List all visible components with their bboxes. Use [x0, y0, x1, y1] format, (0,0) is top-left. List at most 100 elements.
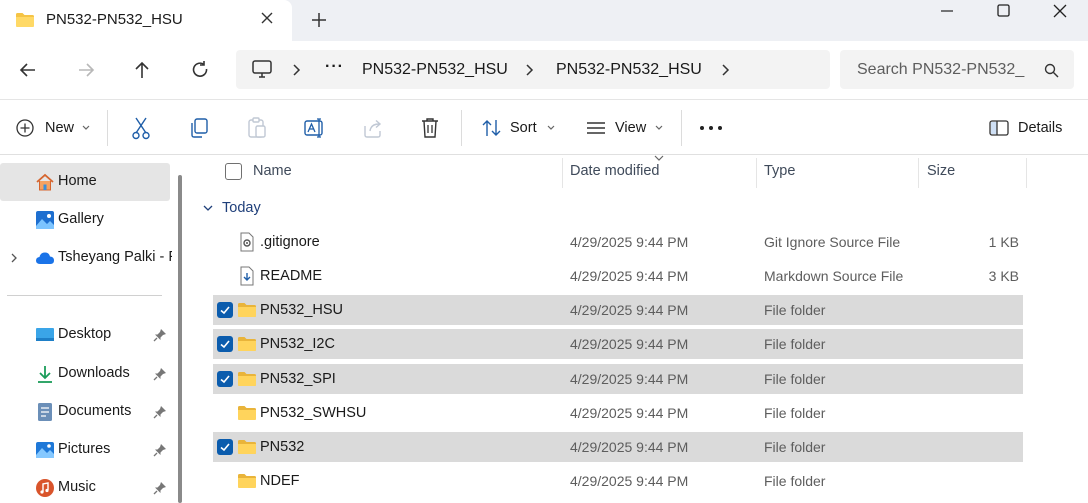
new-tab-icon[interactable] — [309, 10, 329, 30]
sidebar-item-documents[interactable]: Documents — [0, 393, 172, 431]
back-arrow-icon[interactable] — [17, 59, 39, 81]
close-window-icon[interactable] — [1050, 2, 1070, 22]
breadcrumb-overflow[interactable]: ··· — [325, 58, 344, 76]
file-date-modified: 4/29/2025 9:44 PM — [570, 405, 689, 421]
file-type: File folder — [764, 336, 826, 352]
toolbar-divider — [461, 110, 462, 146]
file-type: File folder — [764, 405, 826, 421]
column-header-date[interactable]: Date modified — [570, 163, 659, 179]
close-tab-icon[interactable] — [259, 10, 275, 26]
file-row[interactable]: PN532_SWHSU 4/29/2025 9:44 PM File folder — [213, 398, 1023, 428]
chevron-right-icon[interactable] — [9, 253, 19, 263]
rename-icon[interactable] — [303, 116, 327, 140]
column-divider[interactable] — [756, 158, 757, 188]
maximize-icon[interactable] — [994, 2, 1014, 22]
up-arrow-icon[interactable] — [131, 59, 153, 81]
copy-icon[interactable] — [188, 116, 210, 140]
sidebar-item-label: Tsheyang Palki - Personal — [58, 249, 172, 265]
details-pane-icon — [989, 120, 1009, 136]
checkmark-icon — [220, 443, 230, 452]
file-name: PN532_I2C — [260, 336, 335, 352]
navigation-bar: ··· PN532-PN532_HSU PN532-PN532_HSU Sear… — [0, 41, 1088, 99]
folder-icon — [238, 440, 256, 454]
file-date-modified: 4/29/2025 9:44 PM — [570, 473, 689, 489]
pin-icon[interactable] — [153, 443, 167, 457]
delete-trash-icon[interactable] — [419, 116, 441, 140]
file-row[interactable]: .gitignore 4/29/2025 9:44 PM Git Ignore So… — [213, 227, 1023, 257]
sidebar-item-desktop[interactable]: Desktop — [0, 316, 172, 354]
sidebar-divider — [7, 295, 162, 296]
details-pane-button[interactable]: Details — [989, 116, 1062, 140]
column-header-name[interactable]: Name — [253, 163, 292, 179]
address-bar[interactable]: ··· PN532-PN532_HSU PN532-PN532_HSU — [236, 50, 830, 89]
search-box[interactable]: Search PN532-PN532_ — [840, 50, 1074, 89]
more-options-button[interactable] — [699, 116, 723, 140]
checkmark-icon — [220, 306, 230, 315]
folder-icon — [238, 337, 256, 351]
cut-icon[interactable] — [130, 116, 152, 140]
sidebar-item-gallery[interactable]: Gallery — [0, 201, 172, 239]
sidebar-item-home[interactable]: Home — [0, 163, 170, 201]
share-icon[interactable] — [362, 116, 384, 140]
onedrive-cloud-icon — [36, 252, 54, 264]
sidebar-item-downloads[interactable]: Downloads — [0, 355, 172, 393]
refresh-icon[interactable] — [189, 59, 211, 81]
file-row[interactable]: README 4/29/2025 9:44 PM Markdown Source F… — [213, 261, 1023, 291]
pin-icon[interactable] — [153, 367, 167, 381]
paste-icon[interactable] — [246, 116, 268, 140]
file-date-modified: 4/29/2025 9:44 PM — [570, 336, 689, 352]
minimize-icon[interactable] — [937, 2, 957, 22]
chevron-right-icon[interactable] — [292, 64, 302, 76]
file-row[interactable]: NDEF 4/29/2025 9:44 PM File folder — [213, 466, 1023, 496]
column-header-size[interactable]: Size — [927, 163, 955, 179]
file-date-modified: 4/29/2025 9:44 PM — [570, 371, 689, 387]
row-checkbox-checked[interactable] — [217, 439, 233, 455]
group-header-today[interactable]: Today — [202, 200, 261, 216]
folder-icon — [238, 406, 256, 420]
this-pc-icon[interactable] — [251, 59, 273, 79]
pin-icon[interactable] — [153, 481, 167, 495]
search-placeholder[interactable]: Search PN532-PN532_ — [857, 61, 1024, 79]
row-checkbox-checked[interactable] — [217, 336, 233, 352]
file-row[interactable]: PN532 4/29/2025 9:44 PM File folder — [213, 432, 1023, 462]
breadcrumb-item[interactable]: PN532-PN532_HSU — [362, 61, 508, 79]
file-name: PN532_HSU — [260, 302, 344, 318]
column-header-type[interactable]: Type — [764, 163, 795, 179]
column-divider[interactable] — [562, 158, 563, 188]
forward-arrow-icon[interactable] — [75, 59, 97, 81]
sort-button[interactable]: Sort — [481, 116, 556, 140]
tab-title: PN532-PN532_HSU — [46, 11, 183, 28]
pin-icon[interactable] — [153, 405, 167, 419]
folder-icon — [238, 372, 256, 386]
sidebar-item-pictures[interactable]: Pictures — [0, 431, 172, 469]
file-size: 1 KB — [988, 234, 1019, 250]
sidebar-scrollbar[interactable] — [178, 175, 182, 503]
select-all-checkbox[interactable] — [225, 163, 242, 180]
file-type: File folder — [764, 302, 826, 318]
sidebar-item-music[interactable]: Music — [0, 469, 172, 503]
chevron-right-icon[interactable] — [721, 64, 731, 76]
navigation-pane: Home Gallery Tsheyang Palki - Personal D… — [0, 155, 172, 503]
row-checkbox-checked[interactable] — [217, 302, 233, 318]
search-icon[interactable] — [1044, 63, 1059, 78]
breadcrumb-item-current[interactable]: PN532-PN532_HSU — [556, 61, 702, 79]
tab-active[interactable]: PN532-PN532_HSU — [0, 0, 292, 41]
chevron-down-icon — [203, 205, 213, 211]
view-button-label: View — [615, 120, 647, 136]
file-row[interactable]: PN532_I2C 4/29/2025 9:44 PM File folder — [213, 329, 1023, 359]
row-checkbox-checked[interactable] — [217, 371, 233, 387]
file-date-modified: 4/29/2025 9:44 PM — [570, 302, 689, 318]
chevron-right-icon[interactable] — [525, 64, 535, 76]
chevron-down-icon — [547, 125, 555, 130]
desktop-icon — [36, 328, 54, 341]
view-button[interactable]: View — [586, 116, 664, 140]
column-divider[interactable] — [1026, 158, 1027, 188]
sidebar-item-onedrive[interactable]: Tsheyang Palki - Personal — [0, 239, 172, 277]
column-divider[interactable] — [918, 158, 919, 188]
file-row[interactable]: PN532_HSU 4/29/2025 9:44 PM File folder — [213, 295, 1023, 325]
file-row[interactable]: PN532_SPI 4/29/2025 9:44 PM File folder — [213, 364, 1023, 394]
folder-icon — [238, 474, 256, 488]
pin-icon[interactable] — [153, 328, 167, 342]
more-dots-icon — [700, 126, 722, 130]
new-button[interactable]: New — [15, 116, 91, 140]
